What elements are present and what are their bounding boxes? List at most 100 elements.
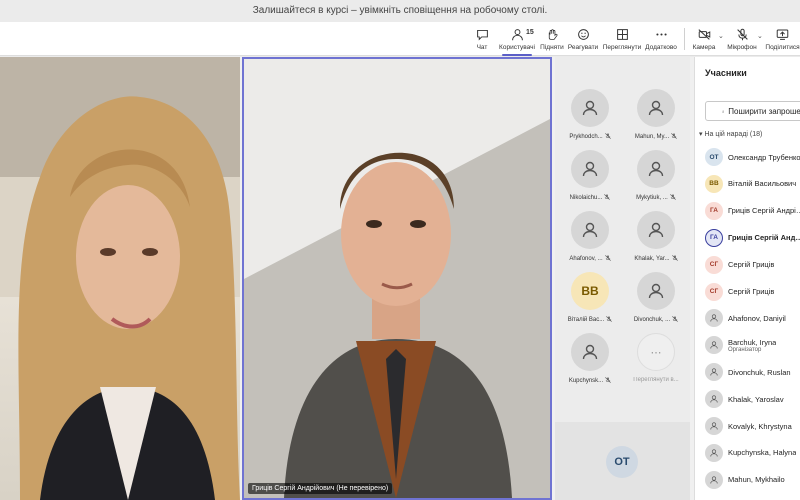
person-icon (637, 150, 675, 188)
person-icon (705, 443, 723, 462)
person-icon (705, 417, 723, 435)
participant-row[interactable]: ГА Гриців Сергій Андрійович (705, 200, 800, 222)
share-invite-button[interactable]: Поширити запрошення (705, 101, 800, 121)
active-speaker-video-image (244, 59, 550, 498)
chat-icon (474, 26, 490, 42)
hand-icon (544, 26, 560, 42)
participant-row[interactable]: Barchuk, Iryna Організатор (705, 334, 800, 356)
video-feed-active-speaker[interactable]: Гриців Сергій Андрійович (Не перевірено) (242, 57, 552, 500)
participant-row[interactable]: Ahafonov, Daniyil (705, 307, 800, 329)
participant-row[interactable]: СГ Сергій Гриців (705, 281, 800, 303)
share-button[interactable]: Поділитися (765, 24, 800, 54)
participant-name: Ahafonov, Daniyil (728, 313, 786, 323)
grid-icon (614, 26, 630, 42)
participant-name: Сергій Гриців (728, 260, 775, 270)
react-button[interactable]: Реагувати (567, 24, 599, 54)
participant-tile[interactable]: Mahun, My... (625, 79, 687, 149)
participant-avatar: СГ (705, 282, 723, 301)
smiley-icon (575, 26, 591, 42)
participant-tiles: Prykhodch... Mahun, My... Nikolaichu... Myk… (555, 57, 690, 477)
participant-row[interactable]: Mahun, Mykhailo (705, 469, 800, 491)
view-button[interactable]: Переглянути (602, 24, 642, 54)
mic-button[interactable]: Мікрофон (726, 24, 758, 54)
person-icon (571, 333, 609, 371)
chat-button[interactable]: Чат (470, 24, 494, 54)
participant-tile[interactable]: Ahafonov, ... (559, 201, 621, 271)
meeting-stage: Гриців Сергій Андрійович (Не перевірено)… (0, 57, 800, 500)
participant-tile[interactable]: ВВ Віталій Вас... (559, 262, 621, 332)
camera-options-chevron-icon[interactable]: ⌄ (718, 32, 724, 40)
participant-name: Гриців Сергій Андрійович (728, 233, 800, 243)
participant-tile-name: Переглянути в... (633, 377, 679, 383)
panel-title: Учасники (705, 68, 747, 78)
participant-role: Організатор (728, 346, 762, 353)
person-icon (705, 363, 723, 382)
mic-muted-icon (605, 377, 612, 385)
person-icon (637, 272, 675, 310)
people-button[interactable]: 15 Користувачі (498, 24, 536, 56)
presenter-video-image (0, 57, 240, 500)
participant-tile[interactable]: ⋯ Переглянути в... (625, 323, 687, 393)
participants-panel: Учасники Поширити запрошення ▾ На цій на… (694, 57, 800, 500)
person-icon (705, 336, 723, 355)
person-icon (571, 211, 609, 249)
participant-name: Barchuk, Iryna (728, 337, 777, 347)
participant-tile[interactable]: Khalak, Yar... (625, 201, 687, 271)
more-button[interactable]: Додатково (644, 24, 678, 54)
participant-row[interactable]: СГ Сергій Гриців (705, 254, 800, 276)
participant-row[interactable]: ОТ Олександр Трубенко (705, 146, 800, 168)
participant-tile[interactable]: Mykytiuk, ... (625, 140, 687, 210)
people-icon (509, 26, 525, 42)
participant-name: Kupchynska, Halyna (728, 448, 797, 458)
person-icon (637, 211, 675, 249)
notification-banner: Залишайтеся в курсі – увімкніть сповіщен… (0, 0, 800, 22)
participant-tile-name: Kupchynsk... (559, 377, 621, 385)
participant-avatar: СГ (705, 255, 723, 274)
participant-tile[interactable]: Prykhodch... (559, 79, 621, 149)
share-invite-icon (722, 109, 724, 113)
meeting-toolbar: Чат 15 Користувачі Підняти Реагувати Пер… (0, 22, 800, 56)
person-icon (705, 470, 723, 489)
video-feed-presenter[interactable] (0, 57, 240, 500)
participant-avatar: ОТ (705, 148, 723, 166)
participant-name: Kovalyk, Khrystyna (728, 421, 792, 431)
participant-row[interactable]: Divonchuk, Ruslan (705, 361, 800, 383)
toolbar-divider (684, 28, 685, 50)
participant-name: Khalak, Yaroslav (728, 394, 784, 404)
participant-row[interactable]: ГА Гриців Сергій Андрійович (705, 227, 800, 249)
participant-name: Віталій Васильович (728, 179, 797, 189)
participant-name: Mahun, Mykhailo (728, 475, 785, 485)
participant-row[interactable]: Khalak, Yaroslav (705, 388, 800, 410)
participant-name: Гриців Сергій Андрійович (728, 206, 800, 216)
more-icon (653, 26, 669, 42)
participant-row[interactable]: ВВ Віталій Васильович (705, 173, 800, 195)
participant-avatar: ВВ (705, 174, 723, 193)
person-icon (637, 89, 675, 127)
participant-avatar: ВВ (571, 272, 609, 310)
more-participants-icon: ⋯ (637, 333, 675, 371)
person-icon (705, 390, 723, 409)
speaker-name-label: Гриців Сергій Андрійович (Не перевірено) (248, 483, 393, 494)
camera-off-icon (696, 26, 712, 42)
participant-tile[interactable]: Divonchuk, ... (625, 262, 687, 332)
camera-button[interactable]: Камера (690, 24, 718, 54)
participant-tile[interactable]: Kupchynsk... (559, 323, 621, 393)
participant-tile[interactable]: Nikolaichu... (559, 140, 621, 210)
share-screen-icon (775, 26, 791, 42)
participant-row[interactable]: Kovalyk, Khrystyna (705, 415, 800, 437)
people-count: 15 (526, 29, 534, 36)
participant-name: Олександр Трубенко (728, 152, 800, 162)
mic-options-chevron-icon[interactable]: ⌄ (757, 32, 763, 40)
participant-row[interactable]: Kupchynska, Halyna (705, 442, 800, 464)
participant-avatar: ГА (705, 228, 723, 247)
participants-section-header[interactable]: ▾ На цій нараді (18) (699, 130, 762, 138)
participant-avatar: ГА (705, 201, 723, 220)
self-preview-tile[interactable]: ОТ (555, 422, 690, 500)
self-avatar: ОТ (606, 446, 638, 478)
person-icon (571, 150, 609, 188)
participant-name: Сергій Гриців (728, 287, 775, 296)
person-icon (571, 89, 609, 127)
mic-off-icon (734, 26, 750, 42)
raise-hand-button[interactable]: Підняти (540, 24, 564, 54)
person-icon (705, 309, 723, 328)
